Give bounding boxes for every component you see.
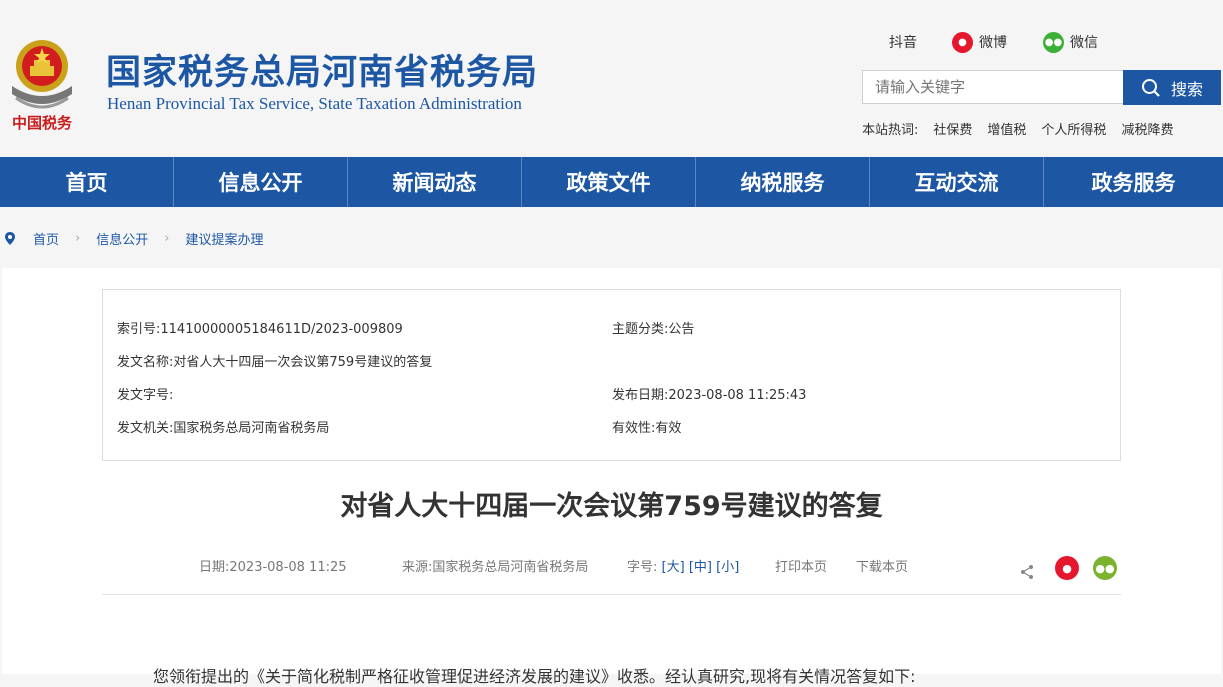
- chevron-right-icon: ›: [75, 230, 81, 246]
- article-source: 来源:国家税务总局河南省税务局: [402, 560, 589, 575]
- meta-validity: 有效性:有效: [612, 421, 682, 436]
- font-large-button[interactable]: [大]: [662, 560, 685, 575]
- breadcrumb-suggestion[interactable]: 建议提案办理: [185, 229, 263, 248]
- nav-home[interactable]: 首页: [0, 157, 174, 207]
- article-body: 您领衔提出的《关于简化税制严格征收管理促进经济发展的建议》收悉。经认真研究,现将…: [153, 667, 916, 686]
- svg-text:中国税务: 中国税务: [12, 114, 73, 132]
- meta-doc-name: 发文名称:对省人大十四届一次会议第759号建议的答复: [117, 355, 433, 370]
- search-input[interactable]: [862, 70, 1124, 104]
- site-title: 国家税务总局河南省税务局: [106, 53, 539, 93]
- hot-word-link[interactable]: 增值税: [987, 119, 1026, 138]
- article-title: 对省人大十四届一次会议第759号建议的答复: [340, 491, 883, 522]
- article-divider: [102, 594, 1121, 595]
- meta-index-no: 索引号:11410000005184611D/2023-009809: [117, 322, 403, 337]
- nav-gov-service[interactable]: 政务服务: [1044, 157, 1223, 207]
- weixin-label: 微信: [1070, 35, 1098, 51]
- meta-subject: 主题分类:公告: [612, 322, 695, 337]
- hot-word-link[interactable]: 社保费: [933, 119, 972, 138]
- nav-policy[interactable]: 政策文件: [522, 157, 696, 207]
- hot-word-link[interactable]: 减税降费: [1121, 119, 1173, 138]
- breadcrumb: 首页 › 信息公开 › 建议提案办理: [0, 224, 263, 252]
- nav-news[interactable]: 新闻动态: [348, 157, 522, 207]
- share-weibo-icon[interactable]: ●: [1055, 556, 1079, 580]
- main-nav: 首页 信息公开 新闻动态 政策文件 纳税服务 互动交流 政务服务: [0, 157, 1223, 207]
- weixin-link[interactable]: ●● 微信: [1043, 30, 1098, 54]
- meta-doc-no: 发文字号:: [117, 388, 174, 403]
- douyin-link[interactable]: 抖音: [889, 30, 917, 54]
- meta-publish-date: 发布日期:2023-08-08 11:25:43: [612, 388, 807, 403]
- font-small-button[interactable]: [小]: [716, 560, 739, 575]
- chevron-right-icon: ›: [164, 230, 170, 246]
- hot-words-label: 本站热词:: [862, 123, 919, 138]
- nav-info-disclosure[interactable]: 信息公开: [174, 157, 348, 207]
- breadcrumb-info-disclosure[interactable]: 信息公开: [96, 229, 148, 248]
- font-medium-button[interactable]: [中]: [689, 560, 712, 575]
- article-date: 日期:2023-08-08 11:25: [199, 560, 347, 575]
- nav-interaction[interactable]: 互动交流: [870, 157, 1044, 207]
- share-weixin-icon[interactable]: ●●: [1093, 556, 1117, 580]
- download-button[interactable]: 下载本页: [856, 556, 908, 575]
- font-size-controls: 字号: [大] [中] [小]: [627, 556, 739, 575]
- douyin-label: 抖音: [889, 35, 917, 51]
- hot-words: 本站热词: 社保费 增值税 个人所得税 减税降费: [862, 119, 1188, 138]
- hot-word-link[interactable]: 个人所得税: [1041, 119, 1106, 138]
- search-icon: [1141, 78, 1160, 97]
- search-button[interactable]: 搜索: [1123, 70, 1221, 105]
- font-size-label: 字号:: [627, 560, 658, 575]
- nav-tax-service[interactable]: 纳税服务: [696, 157, 870, 207]
- weibo-icon: ●: [952, 31, 973, 53]
- location-pin-icon: [5, 231, 15, 245]
- weibo-link[interactable]: ● 微博: [952, 30, 1007, 54]
- site-header: 中国税务 国家税务总局河南省税务局 Henan Provincial Tax S…: [0, 0, 1223, 157]
- weixin-icon: ●●: [1043, 31, 1064, 53]
- print-button[interactable]: 打印本页: [775, 556, 827, 575]
- breadcrumb-home[interactable]: 首页: [33, 229, 59, 248]
- share-icon[interactable]: [1019, 564, 1035, 580]
- site-subtitle: Henan Provincial Tax Service, State Taxa…: [107, 94, 522, 113]
- national-emblem-icon: 中国税务: [12, 40, 73, 132]
- search-button-label: 搜索: [1170, 79, 1203, 99]
- weibo-label: 微博: [979, 35, 1007, 51]
- meta-issuer: 发文机关:国家税务总局河南省税务局: [117, 421, 330, 436]
